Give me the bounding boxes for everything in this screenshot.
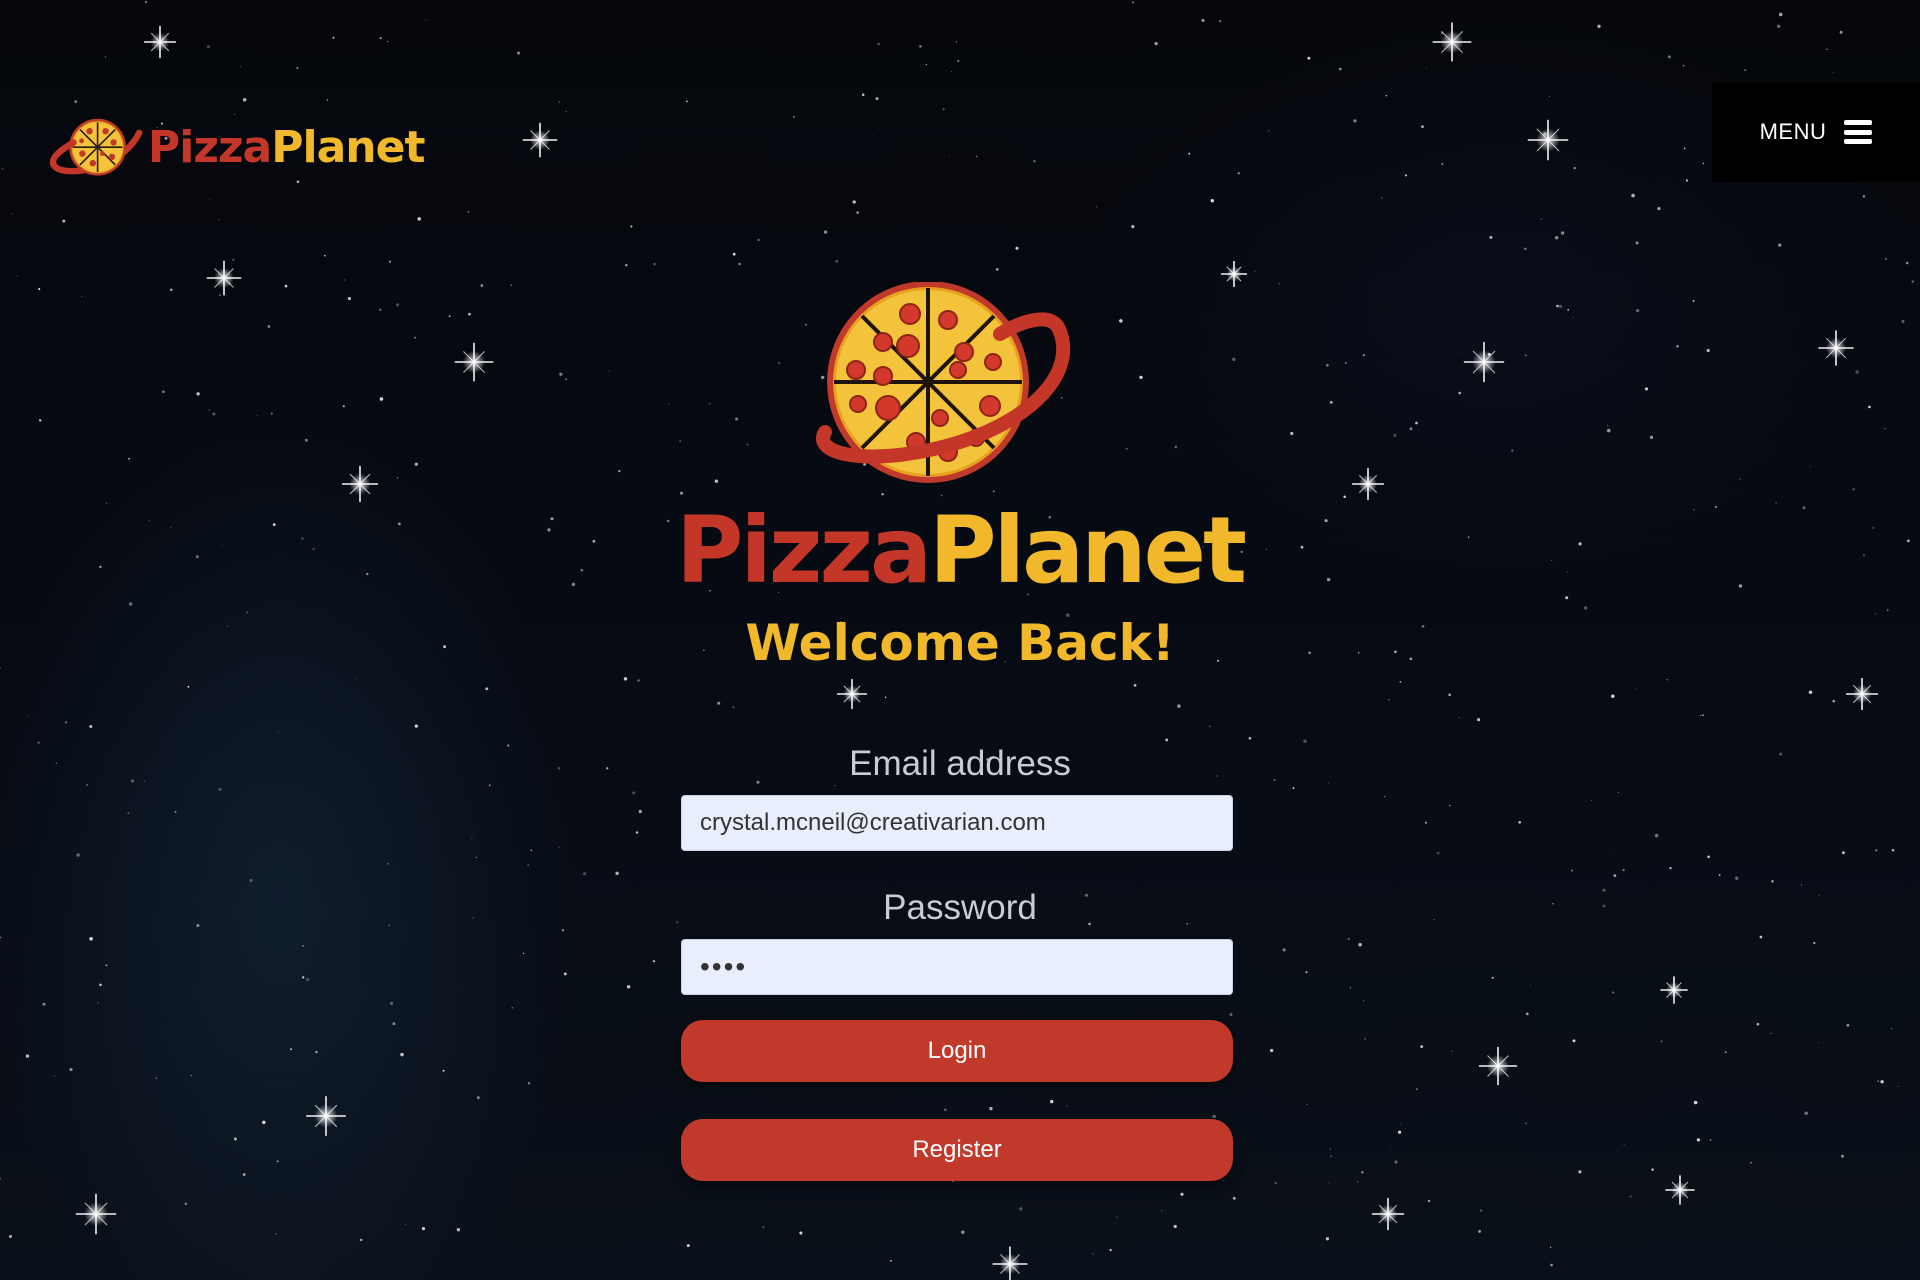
menu-button[interactable]: MENU: [1712, 82, 1920, 182]
star-sparkle: [1351, 467, 1385, 501]
star-sparkle: [454, 342, 494, 382]
login-page: PizzaPlanet MENU PizzaPlanet Welcome Bac…: [0, 0, 1920, 1280]
password-field[interactable]: [681, 939, 1233, 995]
star-sparkle: [1220, 260, 1248, 288]
star-sparkle: [522, 122, 558, 158]
brand-wordmark-large: PizzaPlanet: [0, 505, 1920, 597]
star-sparkle: [143, 25, 177, 59]
hamburger-icon: [1844, 120, 1873, 144]
email-field[interactable]: [681, 795, 1233, 851]
email-label: Email address: [849, 744, 1071, 783]
star-sparkle: [1665, 1175, 1695, 1205]
star-sparkle: [836, 678, 868, 710]
star-sparkle: [206, 260, 242, 296]
star-sparkle: [1818, 330, 1854, 366]
star-sparkle: [1478, 1046, 1518, 1086]
brand-name-planet: Planet: [271, 122, 425, 173]
star-sparkle: [1371, 1197, 1405, 1231]
star-sparkle: [1660, 976, 1688, 1004]
star-sparkle: [992, 1246, 1028, 1280]
brand-name-planet-large: Planet: [929, 497, 1247, 604]
login-button[interactable]: Login: [681, 1020, 1233, 1082]
header-logo[interactable]: PizzaPlanet: [48, 112, 425, 184]
welcome-heading: Welcome Back!: [745, 614, 1175, 672]
star-sparkle: [1463, 341, 1505, 383]
pizza-planet-logo-icon-large: [816, 282, 1071, 483]
brand-wordmark: PizzaPlanet: [148, 126, 425, 170]
star-sparkle: [1527, 119, 1569, 161]
brand-name-pizza-large: Pizza: [675, 497, 932, 604]
pizza-planet-logo-icon: [49, 118, 143, 176]
star-sparkle: [75, 1193, 117, 1235]
register-button[interactable]: Register: [681, 1119, 1233, 1181]
menu-label: MENU: [1759, 119, 1827, 144]
star-sparkle: [1845, 677, 1879, 711]
password-label: Password: [883, 888, 1037, 927]
star-sparkle: [305, 1095, 347, 1137]
star-sparkle: [1432, 22, 1472, 62]
brand-name-pizza: Pizza: [148, 122, 272, 173]
star-sparkle: [341, 465, 379, 503]
